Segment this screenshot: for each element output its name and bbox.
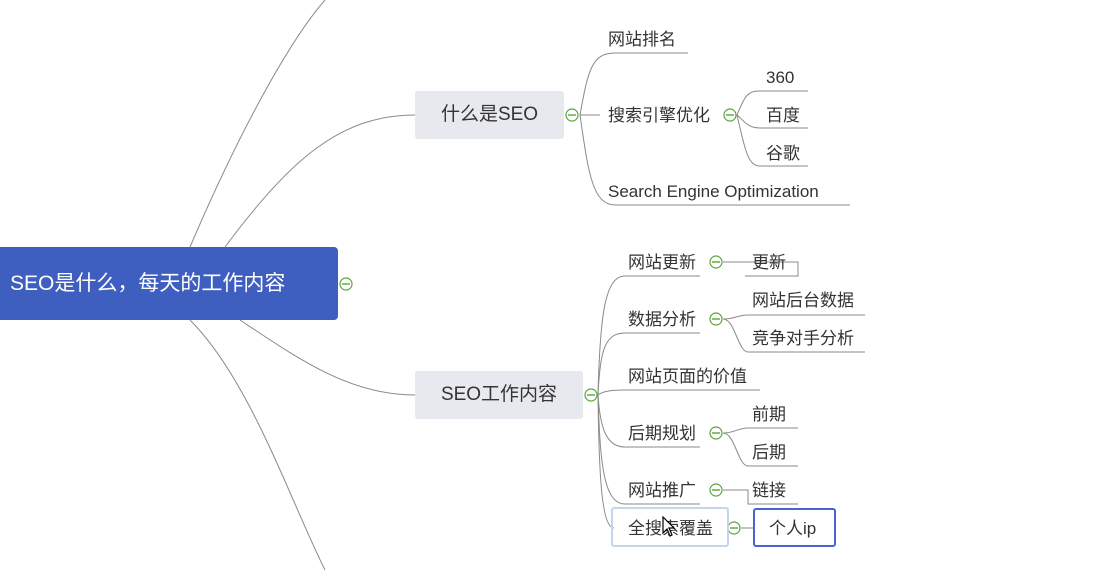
subtopic-engine-baidu[interactable]: 百度 — [766, 106, 800, 126]
collapse-icon-analysis[interactable] — [709, 312, 723, 326]
subtopic-later-planning[interactable]: 后期规划 — [628, 424, 696, 444]
collapse-icon-planning[interactable] — [709, 426, 723, 440]
root-topic[interactable]: SEO是什么，每天的工作内容 — [0, 247, 338, 320]
subtopic-search-engine-optimization[interactable]: 搜索引擎优化 — [608, 106, 710, 126]
connector-work-pagevalue — [597, 389, 760, 396]
collapse-icon-fullsearch[interactable] — [727, 521, 741, 535]
subtopic-engine-360[interactable]: 360 — [766, 68, 794, 88]
subtopic-backend-data[interactable]: 网站后台数据 — [752, 291, 854, 311]
subtopic-competitor-analysis[interactable]: 竞争对手分析 — [752, 329, 854, 349]
connector-planning-early — [722, 427, 798, 434]
collapse-icon-work[interactable] — [584, 388, 598, 402]
subtopic-english-name[interactable]: Search Engine Optimization — [608, 182, 819, 202]
subtopic-ranking[interactable]: 网站排名 — [608, 30, 676, 50]
subtopic-late-stage[interactable]: 后期 — [752, 443, 786, 463]
collapse-icon-promotion[interactable] — [709, 483, 723, 497]
subtopic-data-analysis[interactable]: 数据分析 — [628, 310, 696, 330]
subtopic-personal-ip[interactable]: 个人ip — [769, 519, 816, 539]
subtopic-early-stage[interactable]: 前期 — [752, 405, 786, 425]
collapse-icon-update[interactable] — [709, 255, 723, 269]
subtopic-links[interactable]: 链接 — [752, 481, 786, 501]
topic-seo-work[interactable]: SEO工作内容 — [415, 371, 583, 419]
connector-analysis-backend — [722, 314, 865, 320]
collapse-icon-seo[interactable] — [723, 108, 737, 122]
connector-root-offscreen-bottom — [189, 319, 326, 570]
connector-root-what — [224, 114, 416, 248]
collapse-icon-what[interactable] — [565, 108, 579, 122]
subtopic-engine-google[interactable]: 谷歌 — [766, 144, 800, 164]
mouse-cursor-icon — [662, 516, 676, 537]
collapse-icon-root[interactable] — [339, 277, 353, 291]
subtopic-update[interactable]: 更新 — [752, 253, 786, 273]
connector-root-work — [239, 319, 416, 396]
subtopic-site-update[interactable]: 网站更新 — [628, 253, 696, 273]
subtopic-page-value[interactable]: 网站页面的价值 — [628, 367, 747, 387]
subtopic-promotion[interactable]: 网站推广 — [628, 481, 696, 501]
connector-root-offscreen-top — [189, 0, 326, 248]
topic-what-is-seo[interactable]: 什么是SEO — [415, 91, 564, 139]
